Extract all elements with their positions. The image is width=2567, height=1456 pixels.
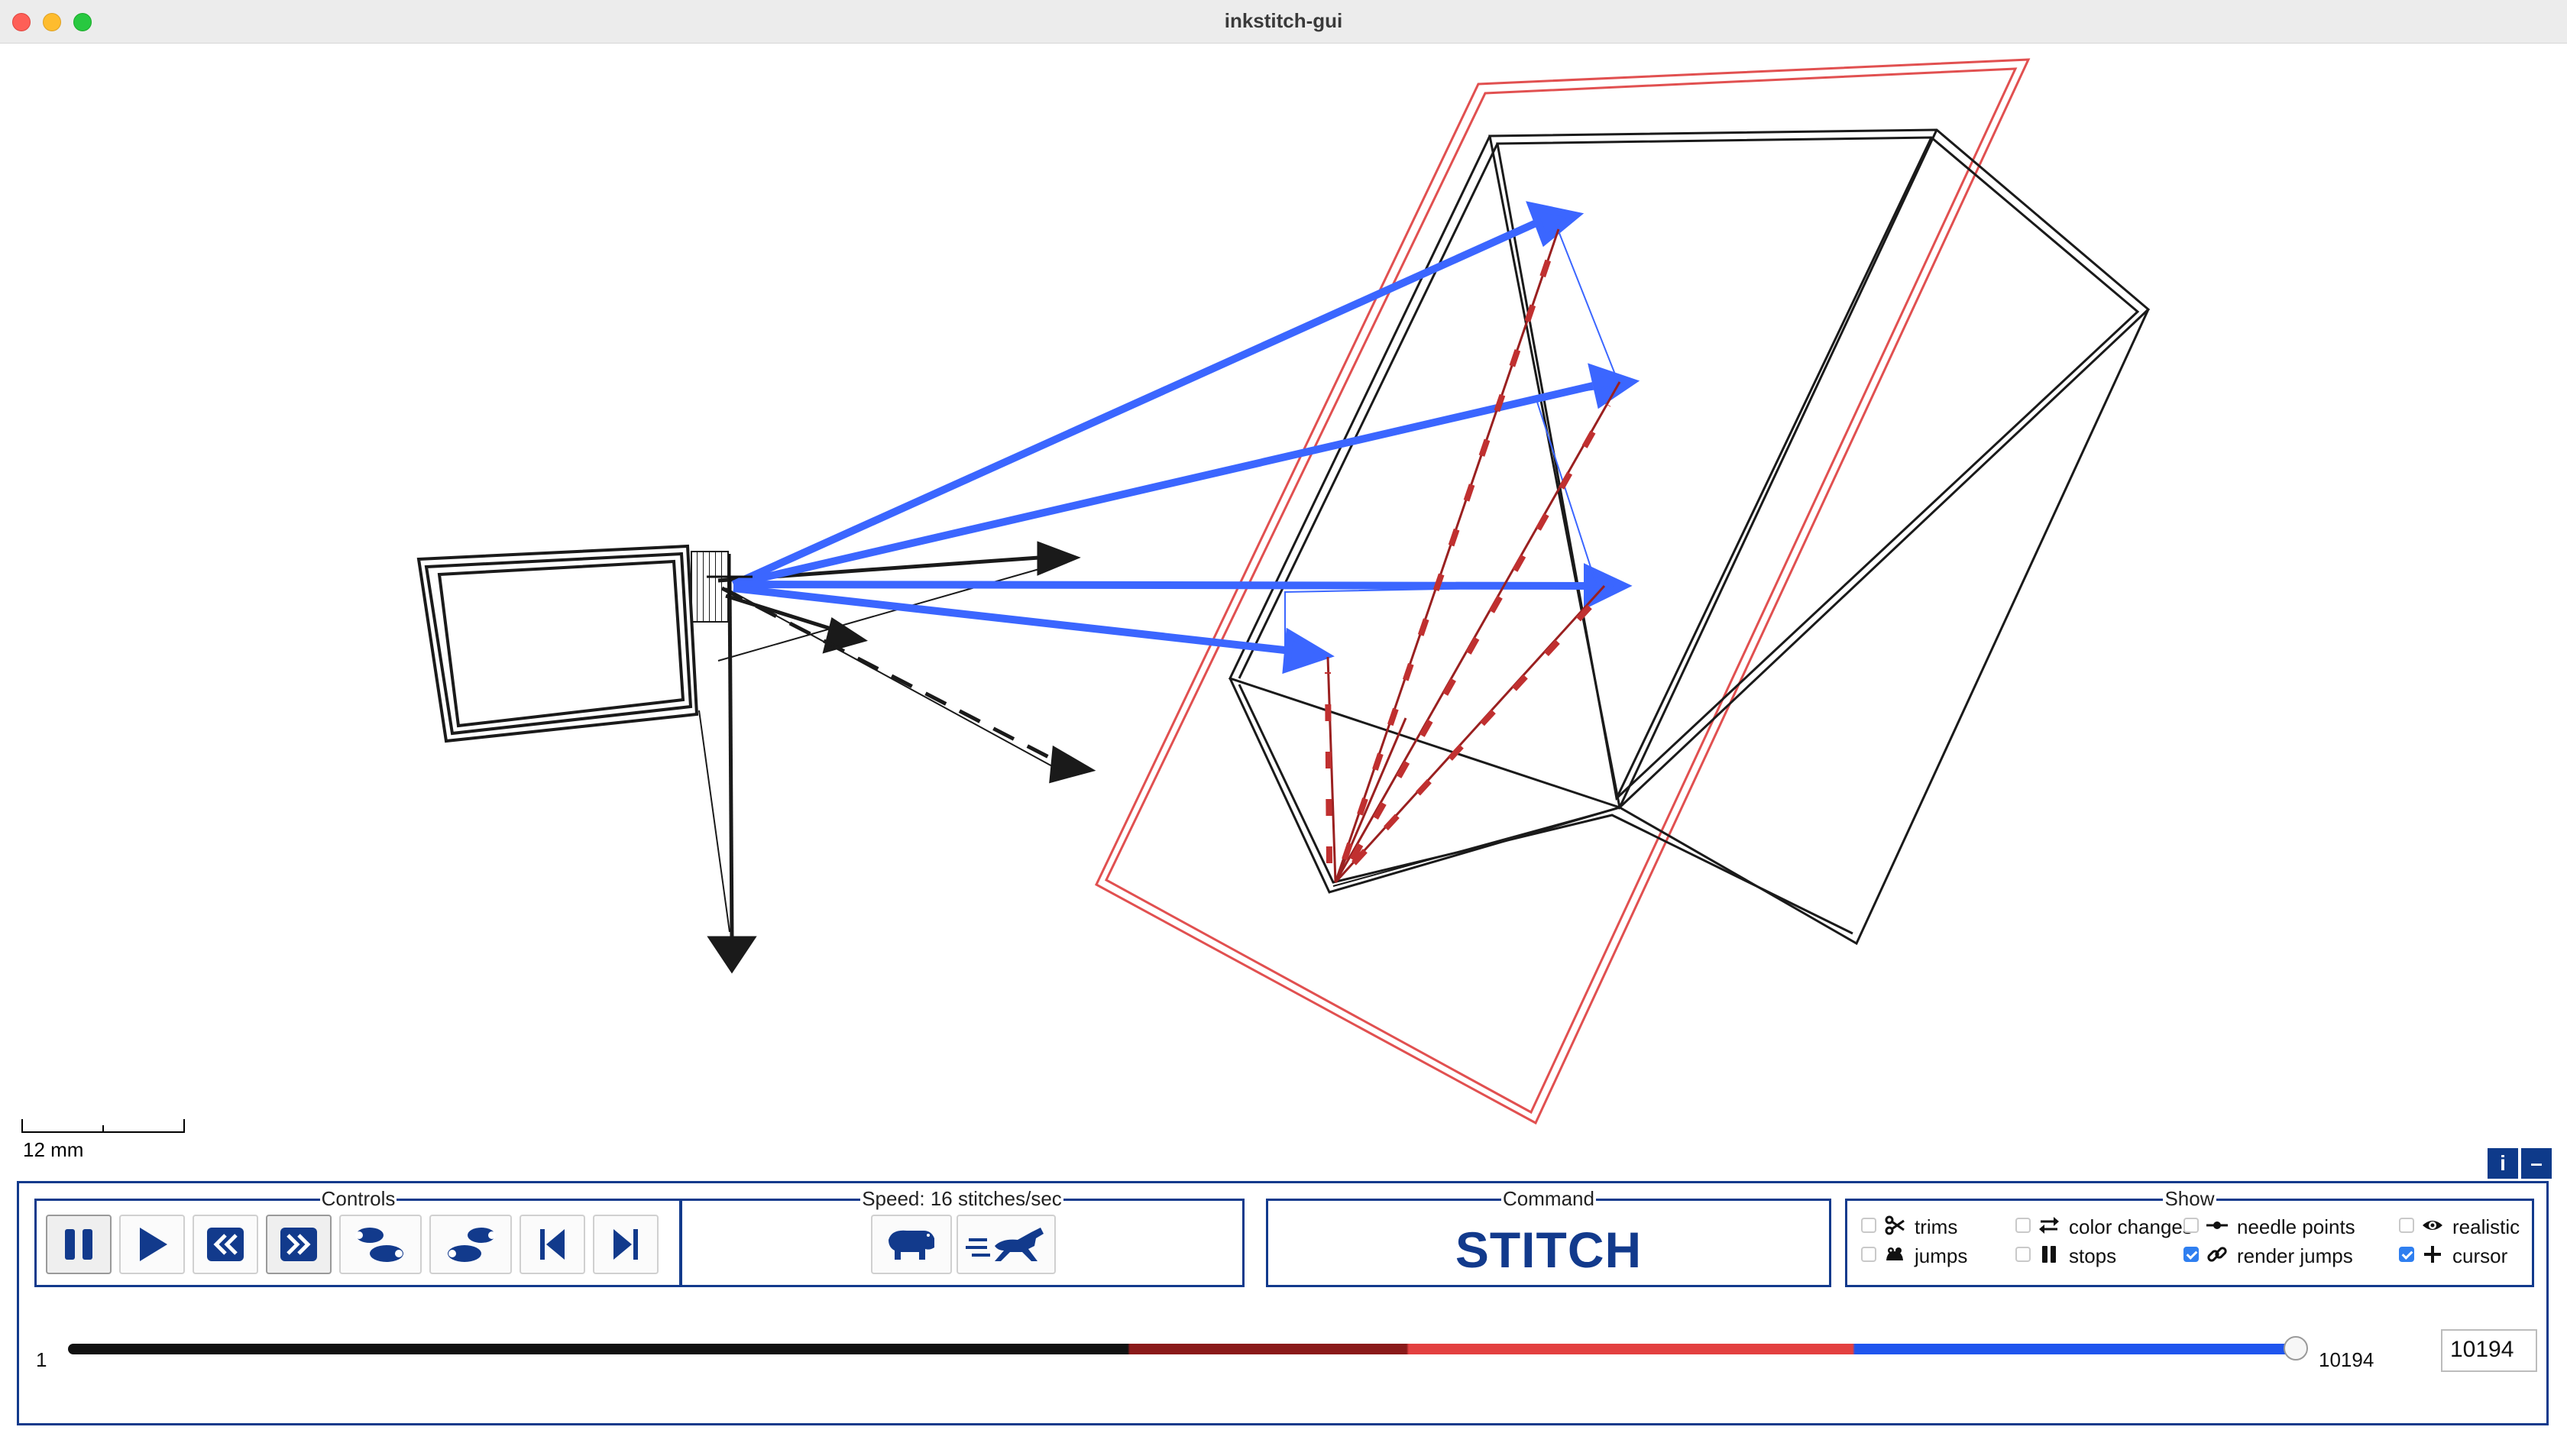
previous-command-button[interactable] (339, 1215, 422, 1274)
small-black-rectangle (416, 544, 699, 743)
horse-icon (966, 1228, 1044, 1261)
skip-end-icon (613, 1229, 638, 1260)
command-value: STITCH (1455, 1221, 1643, 1278)
darkred-fan-dashes (1325, 251, 1611, 866)
realistic-checkbox[interactable] (2399, 1218, 2414, 1233)
last-stitch-button[interactable] (593, 1215, 659, 1274)
stitch-slider-handle[interactable] (2284, 1336, 2308, 1361)
reverse-button[interactable] (193, 1215, 258, 1274)
current-stitch-input[interactable]: 10194 (2441, 1329, 2537, 1372)
stops-label: stops (2069, 1244, 2117, 1267)
minimize-panel-button[interactable]: – (2521, 1148, 2552, 1179)
swap-arrows-icon (2039, 1217, 2059, 1234)
slower-button[interactable] (871, 1215, 952, 1274)
link-icon (2207, 1247, 2227, 1262)
command-label: Command (1501, 1187, 1596, 1210)
faster-button[interactable] (957, 1215, 1056, 1274)
play-icon (140, 1228, 167, 1261)
stitch-slider-track[interactable] (68, 1344, 2299, 1354)
controls-group: Controls (34, 1187, 682, 1287)
rewind-icon (207, 1228, 244, 1261)
slider-min-label: 1 (36, 1348, 47, 1371)
jumps-checkbox[interactable] (1861, 1247, 1876, 1262)
pause-bars-icon (2042, 1246, 2056, 1263)
forward-button[interactable] (266, 1215, 332, 1274)
control-panel: Controls Speed: 16 stitches/sec Command … (17, 1181, 2549, 1425)
speed-group: Speed: 16 stitches/sec (679, 1187, 1245, 1287)
title-bar: inkstitch-gui (0, 0, 2567, 44)
first-stitch-button[interactable] (520, 1215, 585, 1274)
play-button[interactable] (119, 1215, 185, 1274)
skip-start-icon (540, 1229, 565, 1260)
info-button[interactable]: i (2488, 1148, 2518, 1179)
plus-icon (2424, 1246, 2441, 1263)
needle-point-icon (2206, 1221, 2228, 1229)
cursor-label: cursor (2452, 1244, 2508, 1267)
next-command-button[interactable] (429, 1215, 512, 1274)
show-label: Show (2163, 1187, 2216, 1210)
black-box-shape (1228, 128, 2151, 946)
show-group: Show trims jumps color changes stops nee… (1845, 1187, 2534, 1287)
needle-points-label: needle points (2237, 1215, 2355, 1238)
fast-forward-icon (280, 1228, 317, 1261)
color-changes-label: color changes (2069, 1215, 2193, 1238)
controls-label: Controls (319, 1187, 397, 1210)
trims-checkbox[interactable] (1861, 1218, 1876, 1233)
scale-bar (21, 1119, 186, 1134)
jumps-label: jumps (1915, 1244, 1968, 1267)
realistic-label: realistic (2452, 1215, 2520, 1238)
scissors-icon (1885, 1215, 1905, 1235)
hippo-icon (889, 1230, 934, 1260)
stops-checkbox[interactable] (2015, 1247, 2031, 1262)
pause-button[interactable] (46, 1215, 112, 1274)
render-jumps-label: render jumps (2237, 1244, 2353, 1267)
speed-label: Speed: 16 stitches/sec (860, 1187, 1063, 1210)
needle-points-checkbox[interactable] (2183, 1218, 2199, 1233)
frog-icon (1886, 1247, 1903, 1260)
color-changes-checkbox[interactable] (2015, 1218, 2031, 1233)
stitch-preview-canvas[interactable] (0, 43, 2567, 1181)
trims-label: trims (1915, 1215, 1958, 1238)
footsteps-back-icon (355, 1228, 403, 1262)
footsteps-forward-icon (448, 1228, 496, 1262)
command-group: Command STITCH (1266, 1187, 1831, 1287)
pause-icon (65, 1229, 92, 1260)
slider-max-label: 10194 (2319, 1348, 2374, 1371)
scale-label: 12 mm (23, 1138, 84, 1161)
cursor-checkbox[interactable] (2399, 1247, 2414, 1262)
hatch-block (691, 551, 729, 623)
window-title: inkstitch-gui (1224, 9, 1343, 32)
eye-icon (2423, 1221, 2442, 1230)
render-jumps-checkbox[interactable] (2183, 1247, 2199, 1262)
